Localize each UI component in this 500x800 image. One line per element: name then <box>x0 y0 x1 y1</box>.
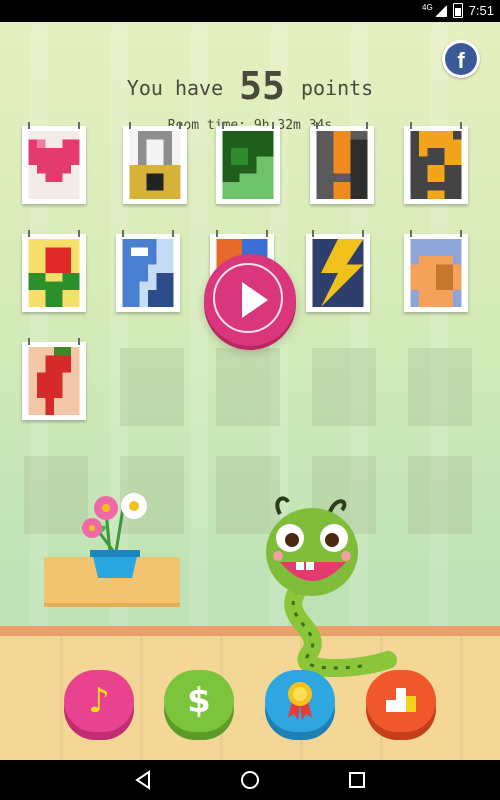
vase-icon <box>410 239 462 307</box>
facebook-icon: f <box>445 43 477 75</box>
rose-icon <box>28 239 80 307</box>
puzzle-padlock[interactable] <box>123 122 187 204</box>
empty-slot <box>216 348 280 426</box>
points-suffix: points <box>300 76 374 100</box>
clock: 7:51 <box>468 3 494 18</box>
padlock-icon <box>129 131 181 199</box>
facebook-button[interactable]: f <box>442 40 480 78</box>
play-icon <box>242 282 268 318</box>
puzzle-rose[interactable] <box>22 230 86 312</box>
puzzle-question[interactable] <box>404 122 468 204</box>
navigation-bar <box>0 760 500 800</box>
achievements-button[interactable] <box>265 670 335 740</box>
chili-pepper-icon <box>28 347 80 415</box>
ice-pop-icon <box>122 239 174 307</box>
puzzle-chili-pepper[interactable] <box>22 338 86 420</box>
back-icon[interactable] <box>113 760 173 800</box>
shop-button[interactable]: $ <box>164 670 234 740</box>
puzzle-vase[interactable] <box>404 230 468 312</box>
flower-pot-icon <box>82 493 147 578</box>
leaf-icon <box>222 131 274 199</box>
leaderboard-button[interactable] <box>366 670 436 740</box>
home-icon[interactable] <box>220 760 280 800</box>
puzzle-ice-pop[interactable] <box>116 230 180 312</box>
question-mark-icon <box>410 131 462 199</box>
points-prefix: You have <box>126 76 224 100</box>
signal-icon <box>434 4 447 17</box>
dollar-icon: $ <box>187 681 211 721</box>
puzzle-heart[interactable] <box>22 122 86 204</box>
heart-icon <box>28 131 80 199</box>
empty-slot <box>408 348 472 426</box>
status-bar: 4G 7:51 <box>0 0 500 22</box>
points-line: You have 55 points <box>0 64 500 108</box>
music-note-icon: ♪ <box>88 681 110 721</box>
points-value: 55 <box>239 64 285 108</box>
podium-icon <box>386 688 416 712</box>
music-button[interactable]: ♪ <box>64 670 134 740</box>
puzzle-exclamation[interactable] <box>310 122 374 204</box>
battery-icon <box>452 3 463 18</box>
network-type: 4G <box>422 3 433 12</box>
medal-icon <box>288 682 312 720</box>
room-scene: You have 55 points Room time: 9h 32m 34s… <box>0 22 500 760</box>
puzzle-leaf[interactable] <box>216 122 280 204</box>
play-button[interactable] <box>204 254 296 346</box>
empty-slot <box>408 456 472 534</box>
snake-mascot-icon <box>266 496 397 677</box>
exclamation-icon <box>316 131 368 199</box>
empty-slot <box>120 348 184 426</box>
recents-icon[interactable] <box>327 760 387 800</box>
puzzle-lightning[interactable] <box>306 230 370 312</box>
lightning-icon <box>312 239 364 307</box>
empty-slot <box>312 348 376 426</box>
